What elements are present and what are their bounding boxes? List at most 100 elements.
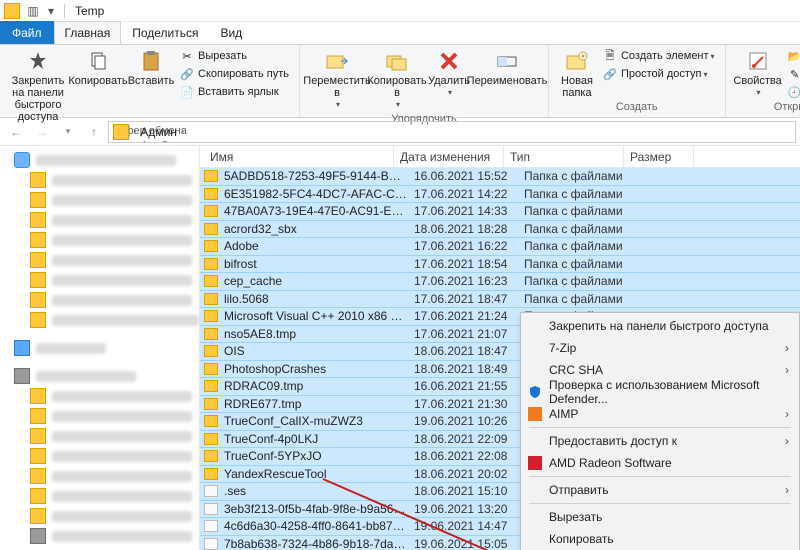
table-row[interactable]: 5ADBD518-7253-49F5-9144-BCA62137D57816.0…: [200, 167, 800, 186]
rename-button[interactable]: Переименовать: [472, 47, 542, 89]
breadcrumb-segment[interactable]: AppData›: [140, 139, 265, 143]
easyaccess-button[interactable]: 🔗Простой доступ▾: [599, 65, 719, 83]
cell-date: 18.06.2021 22:09: [414, 432, 524, 446]
chevron-right-icon: ›: [785, 483, 789, 497]
paste-button[interactable]: Вставить: [126, 47, 176, 89]
cell-name: 6E351982-5FC4-4DC7-AFAC-C0208469E2...: [224, 187, 414, 201]
folder-icon: [30, 272, 46, 288]
main-area: Имя Дата изменения Тип Размер 5ADBD518-7…: [0, 146, 800, 550]
cell-date: 17.06.2021 21:07: [414, 327, 524, 341]
folder-icon: [30, 508, 46, 524]
copyto-icon: [385, 49, 409, 73]
cell-date: 17.06.2021 21:24: [414, 309, 524, 323]
history-button[interactable]: 🕘Журнал: [784, 83, 800, 101]
chevron-right-icon: ›: [785, 407, 789, 421]
cell-name: 4c6d6a30-4258-4ff0-8641-bb87482d4b1...: [224, 519, 414, 533]
table-row[interactable]: Adobe17.06.2021 16:22Папка с файлами: [200, 237, 800, 256]
moveto-button[interactable]: Переместить в▾: [306, 47, 368, 113]
chevron-right-icon[interactable]: ›: [176, 121, 179, 124]
chevron-right-icon[interactable]: ›: [181, 126, 184, 137]
copyto-button[interactable]: Копировать в▾: [368, 47, 426, 113]
qat-props-icon[interactable]: ▥: [24, 2, 42, 20]
cell-date: 17.06.2021 18:54: [414, 257, 524, 271]
col-date[interactable]: Дата изменения: [394, 146, 504, 167]
folder-icon: [204, 258, 218, 270]
table-row[interactable]: 6E351982-5FC4-4DC7-AFAC-C0208469E2...17.…: [200, 185, 800, 204]
table-row[interactable]: cep_cache17.06.2021 16:23Папка с файлами: [200, 272, 800, 291]
cut-button[interactable]: ✂Вырезать: [176, 47, 293, 65]
newitem-button[interactable]: 🗎Создать элемент▾: [599, 47, 719, 65]
delete-button[interactable]: Удалить▾: [426, 47, 472, 101]
cell-date: 17.06.2021 14:33: [414, 204, 524, 218]
tab-share[interactable]: Поделиться: [121, 21, 209, 44]
pin-button[interactable]: Закрепить на панели быстрого доступа: [6, 47, 70, 125]
address-bar[interactable]: › Этот компьютер›Локальный диск (C:)›Use…: [108, 121, 796, 143]
ctx-cut[interactable]: Вырезать: [523, 506, 797, 528]
chevron-right-icon[interactable]: ›: [191, 140, 194, 143]
tab-view[interactable]: Вид: [209, 21, 253, 44]
nav-recent[interactable]: ▾: [56, 120, 80, 144]
copypath-button[interactable]: 🔗Скопировать путь: [176, 65, 293, 83]
column-headers[interactable]: Имя Дата изменения Тип Размер: [200, 146, 800, 168]
svg-text:✦: ✦: [580, 52, 587, 61]
file-icon: [204, 485, 218, 497]
folder-icon: [113, 124, 129, 140]
newfolder-button[interactable]: ✦ Новая папка: [555, 47, 599, 101]
folder-icon: [204, 188, 218, 200]
tab-home[interactable]: Главная: [54, 21, 122, 44]
pasteshortcut-button[interactable]: 📄Вставить ярлык: [176, 83, 293, 101]
folder-icon: [204, 205, 218, 217]
edit-button[interactable]: ✎Изменить: [784, 65, 800, 83]
folder-icon: [30, 408, 46, 424]
cell-name: TrueConf_CalIX-muZWZ3: [224, 414, 414, 428]
nav-pane[interactable]: [0, 146, 200, 550]
ctx-amd[interactable]: AMD Radeon Software: [523, 452, 797, 474]
cell-date: 16.06.2021 15:52: [414, 169, 524, 183]
cell-type: Папка с файлами: [524, 274, 644, 288]
col-type[interactable]: Тип: [504, 146, 624, 167]
ctx-defender[interactable]: Проверка с использованием Microsoft Defe…: [523, 381, 797, 403]
group-clipboard: Закрепить на панели быстрого доступа Коп…: [0, 45, 300, 117]
file-icon: [204, 503, 218, 515]
folder-icon: [30, 212, 46, 228]
cell-date: 16.06.2021 21:55: [414, 379, 524, 393]
open-button[interactable]: 📂Открыть▾: [784, 47, 800, 65]
table-row[interactable]: 47BA0A73-19E4-47E0-AC91-ECD5D33E67...17.…: [200, 202, 800, 221]
ctx-pin[interactable]: Закрепить на панели быстрого доступа: [523, 315, 797, 337]
ctx-7zip[interactable]: 7-Zip›: [523, 337, 797, 359]
folder-icon: [204, 240, 218, 252]
cell-type: Папка с файлами: [524, 292, 644, 306]
cell-type: Папка с файлами: [524, 169, 644, 183]
folder-icon: [204, 345, 218, 357]
col-size[interactable]: Размер: [624, 146, 694, 167]
file-icon: [204, 538, 218, 550]
col-name[interactable]: Имя: [204, 146, 394, 167]
folder-icon: [30, 172, 46, 188]
cell-name: 5ADBD518-7253-49F5-9144-BCA62137D578: [224, 169, 414, 183]
cell-name: 3eb3f213-0f5b-4fab-9f8e-b9a564e3922b.t..…: [224, 502, 414, 516]
copy-button[interactable]: Копировать: [70, 47, 126, 89]
nav-back[interactable]: ←: [4, 120, 28, 144]
chevron-right-icon[interactable]: ›: [133, 126, 136, 137]
qat-dropdown-icon[interactable]: ▾: [42, 2, 60, 20]
ctx-send[interactable]: Отправить›: [523, 479, 797, 501]
nav-forward[interactable]: →: [30, 120, 54, 144]
cell-name: nso5AE8.tmp: [224, 327, 414, 341]
moveto-icon: [325, 49, 349, 73]
onedrive-icon: [14, 340, 30, 356]
cell-name: TrueConf-4p0LKJ: [224, 432, 414, 446]
table-row[interactable]: acrord32_sbx18.06.2021 18:28Папка с файл…: [200, 220, 800, 239]
breadcrumb-segment[interactable]: Админ›: [140, 125, 265, 139]
properties-button[interactable]: Свойства▾: [732, 47, 784, 101]
chevron-right-icon: ›: [785, 341, 789, 355]
table-row[interactable]: lilo.506817.06.2021 18:47Папка с файлами: [200, 290, 800, 309]
path-icon: 🔗: [180, 67, 194, 81]
tab-file[interactable]: Файл: [0, 21, 54, 44]
ctx-share[interactable]: Предоставить доступ к›: [523, 430, 797, 452]
nav-up[interactable]: ↑: [82, 120, 106, 144]
table-row[interactable]: bifrost17.06.2021 18:54Папка с файлами: [200, 255, 800, 274]
ctx-copy[interactable]: Копировать: [523, 528, 797, 550]
ctx-aimp[interactable]: AIMP›: [523, 403, 797, 425]
quickaccess-icon: [14, 152, 30, 168]
folder-icon: [204, 433, 218, 445]
